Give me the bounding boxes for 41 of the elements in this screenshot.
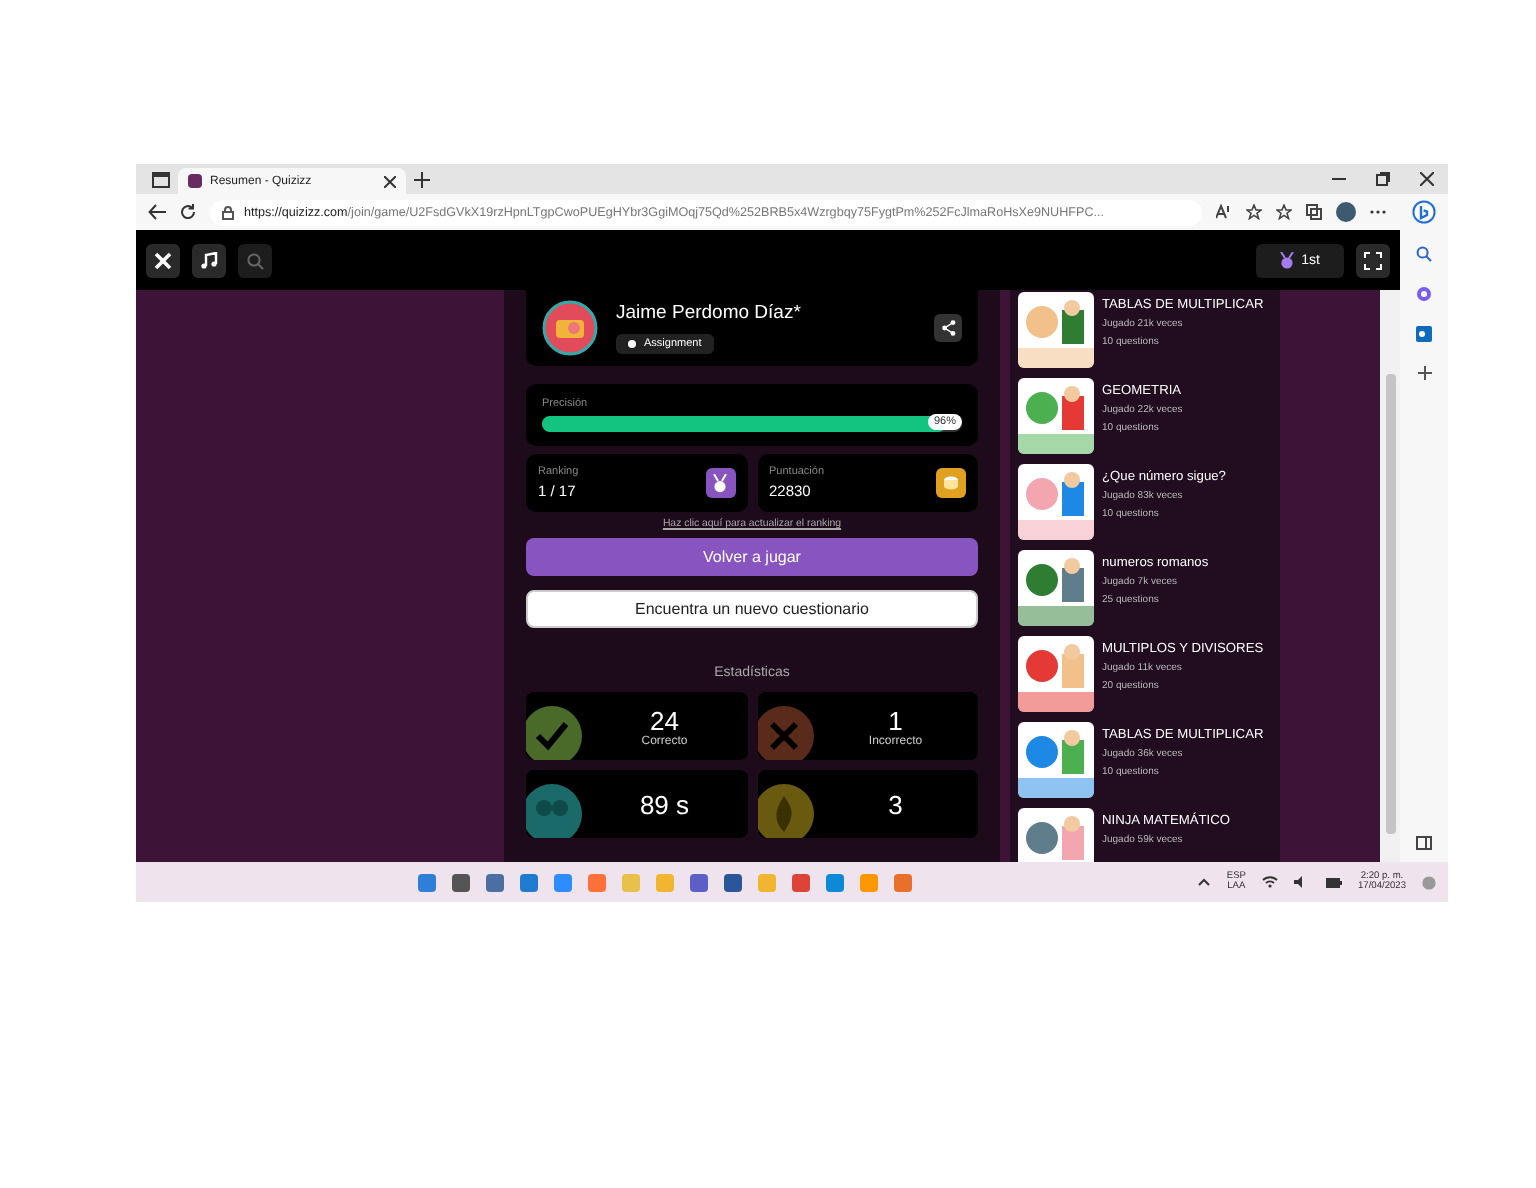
quiz-logo-icon (188, 174, 202, 188)
search-icon[interactable] (1416, 246, 1432, 262)
find-quiz-button[interactable]: Encuentra un nuevo cuestionario (526, 590, 978, 628)
avatar-icon (542, 300, 598, 356)
coins-icon (936, 468, 966, 498)
scrollbar[interactable] (1380, 290, 1400, 862)
favorites-icon[interactable] (1276, 204, 1292, 220)
medal-icon (1279, 251, 1294, 269)
share-button[interactable] (934, 314, 962, 342)
lock-icon (222, 205, 234, 219)
sidebar-icon[interactable] (1416, 836, 1432, 850)
music-button[interactable] (192, 243, 226, 277)
music-note-icon (200, 251, 218, 269)
profile-avatar-icon[interactable] (1336, 202, 1356, 222)
share-icon (941, 320, 955, 336)
read-aloud-icon[interactable] (1216, 204, 1232, 220)
tab-actions-icon[interactable] (152, 171, 170, 187)
collections-icon[interactable] (1306, 204, 1322, 220)
player-name: Jaime Perdomo Díaz* (616, 302, 801, 324)
people-icon (526, 784, 582, 838)
wifi-icon[interactable] (1261, 876, 1278, 888)
back-icon[interactable] (148, 204, 166, 220)
fullscreen-icon (1364, 251, 1382, 269)
reload-icon[interactable] (180, 204, 196, 220)
favorite-icon[interactable] (1246, 204, 1262, 220)
stat-value: 3 (888, 789, 903, 819)
add-icon[interactable] (1417, 366, 1431, 380)
close-icon (154, 251, 172, 269)
stat-value: 1 (888, 705, 903, 735)
fullscreen-button[interactable] (1356, 243, 1390, 277)
battery-icon[interactable] (1325, 877, 1342, 887)
close-button[interactable] (146, 243, 180, 277)
zoom-button[interactable] (238, 243, 272, 277)
medal-icon (705, 468, 735, 498)
new-tab-icon[interactable] (414, 171, 430, 187)
chevron-icon[interactable] (1198, 878, 1211, 886)
stat-value: 89 s (639, 789, 690, 819)
search-icon (246, 251, 264, 269)
play-again-button[interactable]: Volver a jugar (526, 538, 978, 576)
close-icon[interactable] (384, 175, 396, 187)
stat-value: 24 (650, 705, 679, 735)
